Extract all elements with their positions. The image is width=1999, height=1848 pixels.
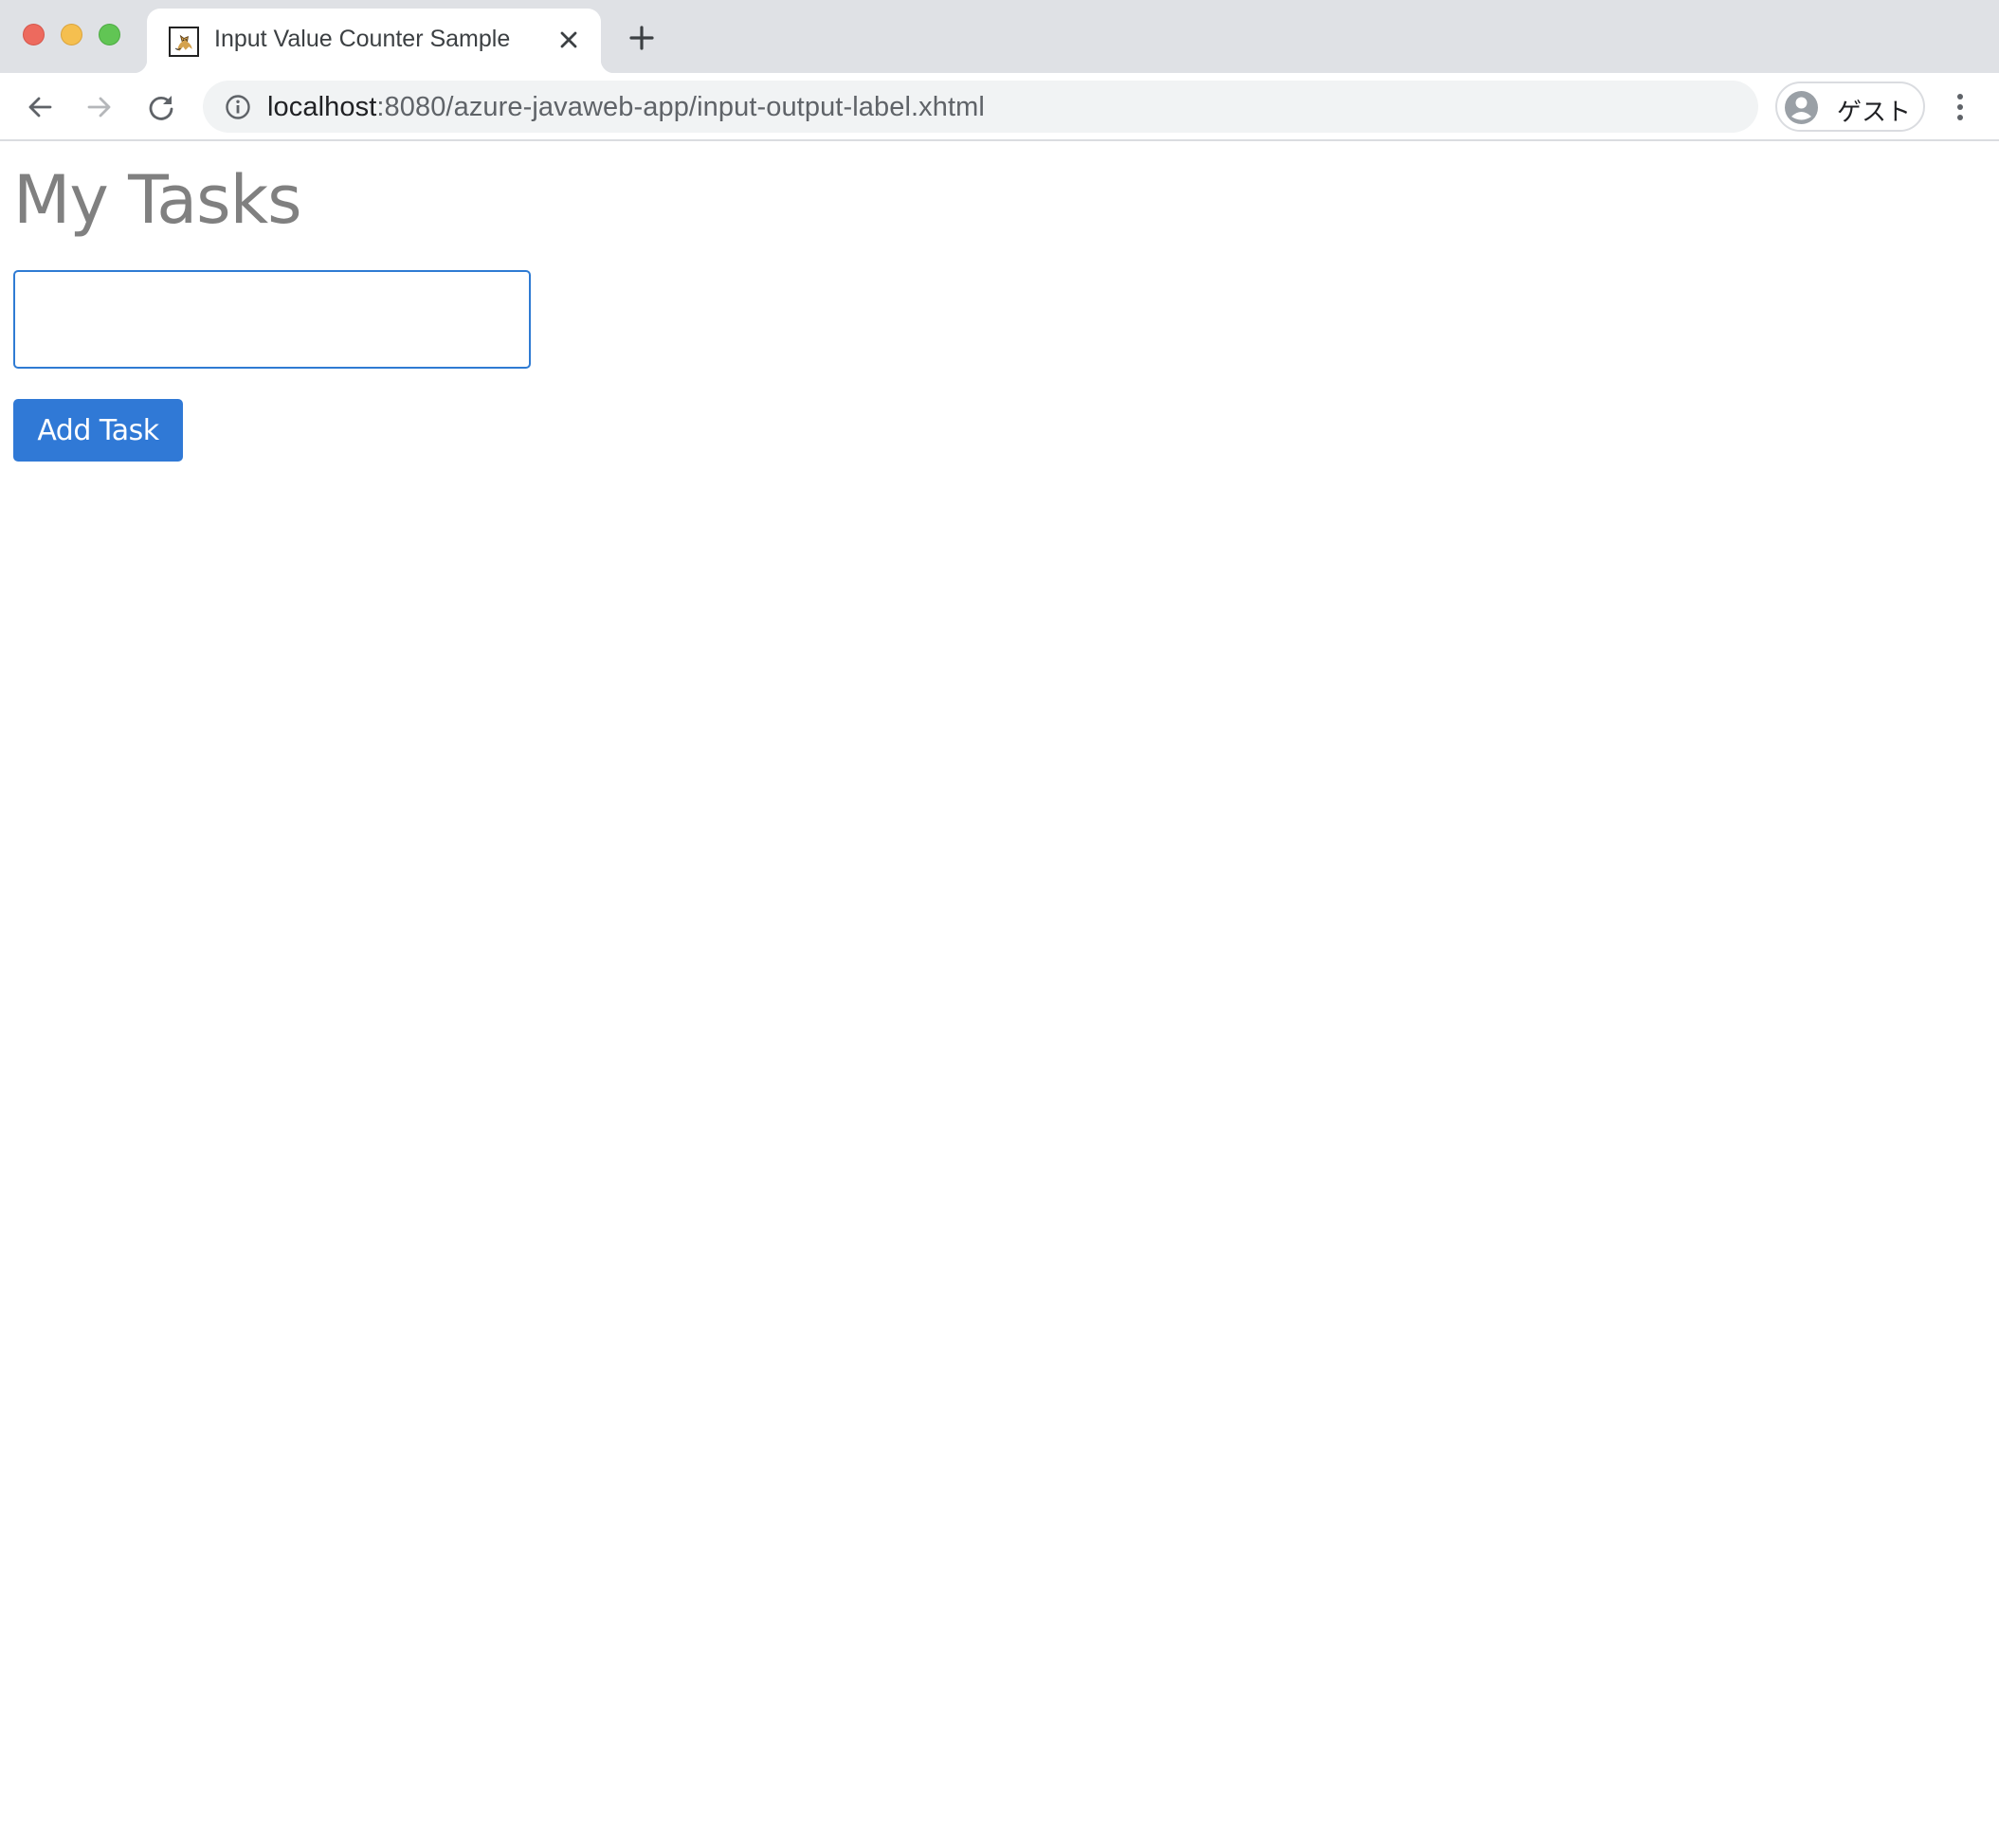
page-title: My Tasks <box>13 161 302 239</box>
window-close-button[interactable] <box>23 24 45 45</box>
forward-button[interactable] <box>84 92 115 122</box>
tomcat-icon <box>169 27 199 57</box>
tab-strip: Input Value Counter Sample <box>0 0 1999 73</box>
profile-label: ゲスト <box>1837 99 1912 127</box>
url-text: localhost:8080/azure-javaweb-app/input-o… <box>267 92 985 123</box>
avatar-icon <box>1785 91 1818 124</box>
back-button[interactable] <box>25 92 55 122</box>
browser-toolbar: localhost:8080/azure-javaweb-app/input-o… <box>0 73 1999 141</box>
window-maximize-button[interactable] <box>99 24 120 45</box>
tab-active[interactable]: Input Value Counter Sample <box>134 9 614 73</box>
plus-icon <box>629 26 654 50</box>
url-host: localhost <box>267 92 377 122</box>
url-path: :8080/azure-javaweb-app/input-output-lab… <box>376 92 985 122</box>
window-minimize-button[interactable] <box>61 24 82 45</box>
arrow-left-icon <box>28 97 52 118</box>
tab-title: Input Value Counter Sample <box>214 26 511 52</box>
close-icon[interactable] <box>554 26 583 54</box>
info-icon[interactable] <box>224 93 252 121</box>
profile-button[interactable]: ゲスト <box>1775 82 1925 132</box>
task-input[interactable] <box>13 270 531 369</box>
browser-menu-button[interactable] <box>1947 90 1973 124</box>
reload-icon <box>149 96 173 120</box>
new-tab-button[interactable] <box>627 24 656 52</box>
kebab-menu-icon <box>1957 94 1963 120</box>
arrow-right-icon <box>87 97 111 118</box>
add-task-button[interactable]: Add Task <box>13 399 183 462</box>
address-bar[interactable]: localhost:8080/azure-javaweb-app/input-o… <box>203 81 1758 133</box>
reload-button[interactable] <box>146 92 176 122</box>
